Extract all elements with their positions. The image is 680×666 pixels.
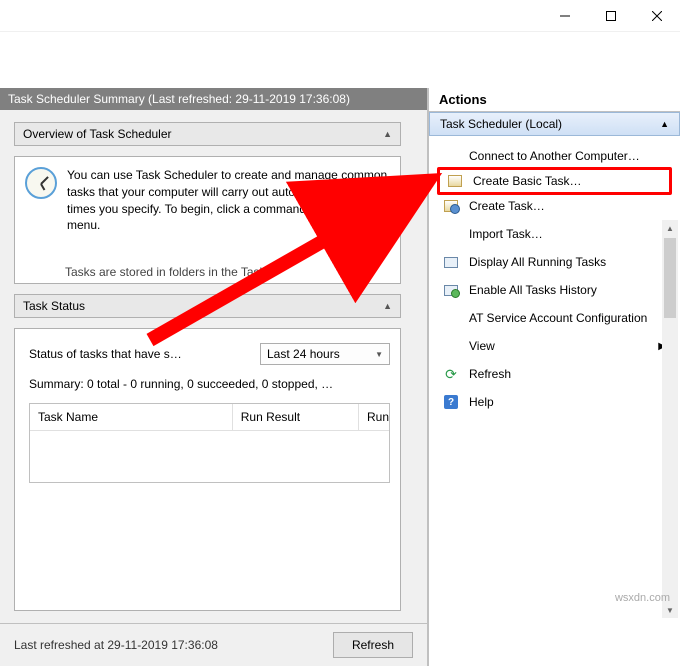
enable-history-icon <box>443 282 459 298</box>
overview-body: You can use Task Scheduler to create and… <box>67 167 390 273</box>
col-run[interactable]: Run <box>359 404 389 430</box>
window-titlebar <box>0 0 680 32</box>
task-status-header[interactable]: Task Status ▲ <box>14 294 401 318</box>
col-run-result[interactable]: Run Result <box>233 404 359 430</box>
scroll-down-icon[interactable]: ▼ <box>662 602 678 618</box>
refresh-icon: ⟳ <box>443 366 459 382</box>
action-label: View <box>469 339 648 353</box>
overview-header[interactable]: Overview of Task Scheduler ▲ <box>14 122 401 146</box>
status-summary-line: Summary: 0 total - 0 running, 0 succeede… <box>29 377 390 391</box>
action-help[interactable]: ? Help <box>433 388 676 416</box>
overview-title: Overview of Task Scheduler <box>23 127 377 141</box>
task-status-box: Status of tasks that have s… Last 24 hou… <box>14 328 401 611</box>
basic-task-icon <box>447 173 463 189</box>
collapse-arrow-icon: ▲ <box>383 301 392 311</box>
actions-list: Connect to Another Computer… Create Basi… <box>429 136 680 422</box>
help-icon: ? <box>443 394 459 410</box>
table-header: Task Name Run Result Run <box>30 404 389 431</box>
action-label: Display All Running Tasks <box>469 255 666 269</box>
action-label: Create Task… <box>469 199 666 213</box>
blank-icon <box>443 310 459 326</box>
action-enable-tasks-history[interactable]: Enable All Tasks History <box>433 276 676 304</box>
refresh-button-label: Refresh <box>352 638 394 652</box>
action-create-basic-task[interactable]: Create Basic Task… <box>437 167 672 195</box>
task-icon <box>443 198 459 214</box>
left-footer: Last refreshed at 29-11-2019 17:36:08 Re… <box>0 623 427 666</box>
blank-icon <box>443 226 459 242</box>
watermark: wsxdn.com <box>615 592 670 604</box>
action-label: Connect to Another Computer… <box>469 149 666 163</box>
action-label: AT Service Account Configuration <box>469 311 666 325</box>
action-at-service-account[interactable]: AT Service Account Configuration <box>433 304 676 332</box>
status-range-label: Status of tasks that have s… <box>29 347 248 361</box>
status-range-dropdown[interactable]: Last 24 hours ▼ <box>260 343 390 365</box>
chevron-down-icon: ▼ <box>375 350 383 359</box>
maximize-button[interactable] <box>588 0 634 32</box>
action-display-running-tasks[interactable]: Display All Running Tasks <box>433 248 676 276</box>
last-refreshed-text: Last refreshed at 29-11-2019 17:36:08 <box>14 638 323 652</box>
action-label: Help <box>469 395 666 409</box>
action-label: Create Basic Task… <box>473 174 662 188</box>
dropdown-value: Last 24 hours <box>267 347 369 361</box>
action-label: Import Task… <box>469 227 666 241</box>
action-label: Enable All Tasks History <box>469 283 666 297</box>
display-tasks-icon <box>443 254 459 270</box>
scroll-thumb[interactable] <box>664 238 676 318</box>
blank-icon <box>443 148 459 164</box>
action-refresh[interactable]: ⟳ Refresh <box>433 360 676 388</box>
summary-pane: Task Scheduler Summary (Last refreshed: … <box>0 88 428 666</box>
actions-pane: Actions Task Scheduler (Local) ▲ Connect… <box>428 88 680 666</box>
action-create-task[interactable]: Create Task… <box>433 192 676 220</box>
actions-group-label: Task Scheduler (Local) <box>440 117 660 131</box>
action-label: Refresh <box>469 367 666 381</box>
close-button[interactable] <box>634 0 680 32</box>
overview-truncated: Tasks are stored in folders in the Task <box>65 265 390 279</box>
action-import-task[interactable]: Import Task… <box>433 220 676 248</box>
clock-icon <box>25 167 57 199</box>
summary-header-text: Task Scheduler Summary (Last refreshed: … <box>8 92 350 106</box>
minimize-button[interactable] <box>542 0 588 32</box>
task-status-title: Task Status <box>23 299 377 313</box>
tasks-table: Task Name Run Result Run <box>29 403 390 483</box>
col-task-name[interactable]: Task Name <box>30 404 233 430</box>
blank-icon <box>443 338 459 354</box>
action-connect-computer[interactable]: Connect to Another Computer… <box>433 142 676 170</box>
collapse-arrow-icon: ▲ <box>660 119 669 129</box>
overview-box: You can use Task Scheduler to create and… <box>14 156 401 284</box>
left-scrollbar[interactable]: ▲ ▼ <box>662 220 678 618</box>
actions-group-header[interactable]: Task Scheduler (Local) ▲ <box>429 112 680 136</box>
summary-header: Task Scheduler Summary (Last refreshed: … <box>0 88 427 110</box>
refresh-button[interactable]: Refresh <box>333 632 413 658</box>
scroll-up-icon[interactable]: ▲ <box>662 220 678 236</box>
action-view[interactable]: View ▶ <box>433 332 676 360</box>
collapse-arrow-icon: ▲ <box>383 129 392 139</box>
actions-header: Actions <box>429 88 680 112</box>
